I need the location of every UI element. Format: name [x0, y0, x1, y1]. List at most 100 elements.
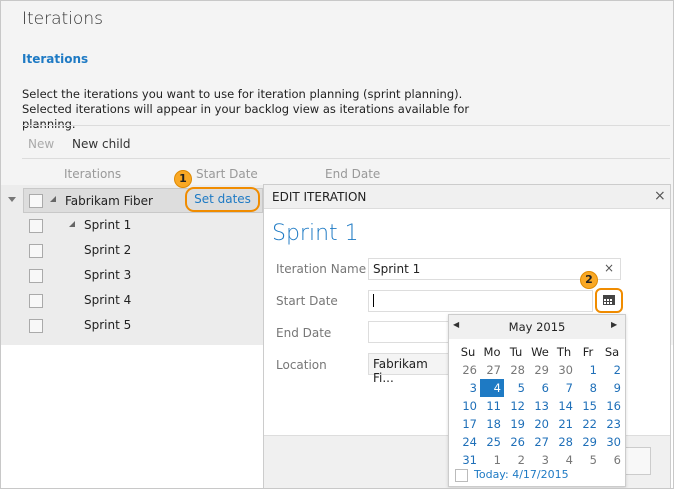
iteration-heading: Sprint 1	[272, 221, 359, 246]
checkbox[interactable]	[29, 244, 43, 258]
input-value: Sprint 1	[373, 262, 421, 276]
tree-row[interactable]: Sprint 4	[0, 288, 263, 313]
weekday-label: Tu	[509, 345, 523, 359]
calendar-day[interactable]: 25	[480, 433, 504, 451]
label-iteration-name: Iteration Name	[276, 262, 367, 276]
calendar-day[interactable]: 22	[576, 415, 600, 433]
calendar-day[interactable]: 9	[600, 379, 624, 397]
new-button[interactable]: New	[28, 137, 54, 151]
row-label: Sprint 2	[84, 243, 132, 257]
calendar-day[interactable]: 28	[504, 361, 528, 379]
row-label: Fabrikam Fiber	[65, 194, 153, 208]
calendar-day[interactable]: 27	[480, 361, 504, 379]
weekday-label: Mo	[483, 345, 501, 359]
calendar-day[interactable]: 26	[456, 361, 480, 379]
collapse-icon[interactable]	[50, 196, 56, 202]
column-iterations: Iterations	[64, 167, 122, 181]
next-month-icon[interactable]: ▶	[611, 320, 617, 329]
label-end-date: End Date	[276, 326, 332, 340]
calendar-day[interactable]: 13	[528, 397, 552, 415]
weekday-label: We	[531, 345, 549, 359]
label-start-date: Start Date	[276, 294, 338, 308]
calendar-day[interactable]: 16	[600, 397, 624, 415]
calendar-day[interactable]: 3	[456, 379, 480, 397]
calendar-day[interactable]: 30	[552, 361, 576, 379]
tree-row[interactable]: Sprint 1	[0, 213, 263, 238]
dialog-header: EDIT ITERATION ×	[264, 185, 670, 209]
calendar-button[interactable]	[595, 288, 623, 313]
checkbox[interactable]	[29, 319, 43, 333]
calendar-day[interactable]: 17	[456, 415, 480, 433]
calendar-day[interactable]: 7	[552, 379, 576, 397]
column-end-date: End Date	[325, 167, 381, 181]
today-checkbox[interactable]	[455, 469, 468, 482]
calendar-day[interactable]: 10	[456, 397, 480, 415]
calendar-day[interactable]: 31	[456, 451, 480, 469]
calendar-day[interactable]: 27	[528, 433, 552, 451]
calendar-day[interactable]: 29	[528, 361, 552, 379]
tree-row[interactable]: Sprint 3	[0, 263, 263, 288]
collapse-icon[interactable]	[69, 221, 75, 227]
calendar-day[interactable]: 6	[528, 379, 552, 397]
label-location: Location	[276, 358, 327, 372]
calendar-day[interactable]: 14	[552, 397, 576, 415]
end-date-input[interactable]	[368, 321, 453, 343]
calendar-day[interactable]: 8	[576, 379, 600, 397]
calendar-grid: Su Mo Tu We Th Fr Sa 26 27 28 29 30 1 2 3 4 5 6 7 8 9 10 11 12 1…	[456, 343, 624, 469]
row-label: Sprint 4	[84, 293, 132, 307]
row-menu-icon[interactable]	[8, 197, 16, 202]
calendar-day[interactable]: 5	[504, 379, 528, 397]
calendar-day[interactable]: 28	[552, 433, 576, 451]
calendar-day[interactable]: 1	[576, 361, 600, 379]
row-label: Sprint 1	[84, 218, 132, 232]
calendar-day[interactable]: 6	[600, 451, 624, 469]
calendar-day[interactable]: 2	[600, 361, 624, 379]
calendar-icon	[603, 295, 615, 305]
calendar-day[interactable]: 4	[552, 451, 576, 469]
calendar-day[interactable]: 29	[576, 433, 600, 451]
section-title: Iterations	[22, 52, 89, 66]
date-picker: ◀ May 2015 ▶ Su Mo Tu We Th Fr Sa 26 27 28 29 30 1 2 3…	[448, 314, 626, 487]
calendar-day[interactable]: 26	[504, 433, 528, 451]
calendar-day-selected[interactable]: 4	[480, 379, 504, 397]
divider	[22, 158, 670, 159]
checkbox[interactable]	[29, 294, 43, 308]
month-label: May 2015	[508, 320, 566, 334]
callout-2: 2	[580, 271, 598, 289]
checkbox[interactable]	[29, 219, 43, 233]
today-link[interactable]: Today: 4/17/2015	[474, 468, 569, 481]
clear-icon[interactable]: ×	[604, 261, 614, 275]
tree-row[interactable]: Sprint 2	[0, 238, 263, 263]
calendar-day[interactable]: 20	[528, 415, 552, 433]
page-title: Iterations	[22, 9, 103, 29]
new-child-button[interactable]: New child	[72, 137, 130, 151]
calendar-day[interactable]: 15	[576, 397, 600, 415]
calendar-day[interactable]: 12	[504, 397, 528, 415]
tree-row[interactable]: Sprint 5	[0, 313, 263, 338]
calendar-header: ◀ May 2015 ▶	[449, 315, 625, 339]
calendar-day[interactable]: 24	[456, 433, 480, 451]
calendar-day[interactable]: 19	[504, 415, 528, 433]
calendar-day[interactable]: 3	[528, 451, 552, 469]
divider	[22, 125, 670, 126]
column-start-date: Start Date	[196, 167, 258, 181]
weekday-label: Fr	[582, 345, 594, 359]
location-select[interactable]: Fabrikam Fi...	[368, 353, 453, 385]
set-dates-link[interactable]: Set dates	[185, 187, 260, 212]
weekday-label: Sa	[604, 345, 620, 359]
calendar-day[interactable]: 18	[480, 415, 504, 433]
checkbox[interactable]	[29, 194, 43, 208]
weekday-label: Th	[556, 345, 572, 359]
calendar-day[interactable]: 5	[576, 451, 600, 469]
row-label: Sprint 5	[84, 318, 132, 332]
close-icon[interactable]: ×	[654, 188, 666, 204]
calendar-day[interactable]: 11	[480, 397, 504, 415]
calendar-day[interactable]: 30	[600, 433, 624, 451]
calendar-day[interactable]: 23	[600, 415, 624, 433]
calendar-day[interactable]: 21	[552, 415, 576, 433]
checkbox[interactable]	[29, 269, 43, 283]
calendar-day[interactable]: 1	[480, 451, 504, 469]
calendar-day[interactable]: 2	[504, 451, 528, 469]
weekday-label: Su	[460, 345, 476, 359]
start-date-input[interactable]	[368, 290, 593, 312]
